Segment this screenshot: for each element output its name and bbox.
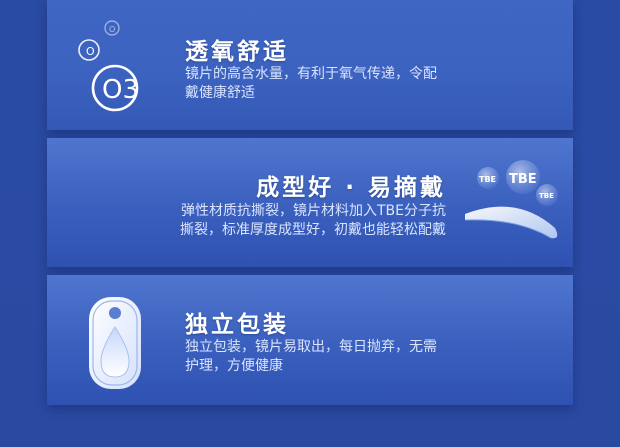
- tbe-label-large: TBE: [509, 172, 537, 187]
- feature-title: 透氧舒适: [185, 39, 289, 65]
- feature-description-line: 弹性材质抗撕裂，镜片材料加入TBE分子抗: [180, 203, 446, 219]
- tbe-label-small-1: TBE: [479, 175, 496, 184]
- feature-description: 独立包装，镜片易取出，每日抛弃，无需 护理，方便健康: [185, 338, 437, 376]
- feature-description-line: 护理，方便健康: [185, 358, 283, 374]
- feature-description: 镜片的高含水量，有利于氧气传递，令配 戴健康舒适: [185, 65, 437, 103]
- feature-card-oxygen: O O O3 透氧舒适 镜片的高含水量，有利于氧气传递，令配 戴健康舒适: [47, 0, 573, 130]
- lens-tbe-icon: TBE TBE TBE: [464, 160, 558, 239]
- o3-small-label-1: O: [86, 45, 95, 58]
- feature-description: 弹性材质抗撕裂，镜片材料加入TBE分子抗 撕裂，标准厚度成型好，初戴也能轻松配戴: [180, 202, 446, 240]
- page: O O O3 透氧舒适 镜片的高含水量，有利于氧气传递，令配 戴健康舒适 成型好…: [0, 0, 620, 447]
- feature-card-durable: 成型好 · 易摘戴 弹性材质抗撕裂，镜片材料加入TBE分子抗 撕裂，标准厚度成型…: [47, 138, 573, 267]
- o3-bubbles-icon: O O O3: [78, 20, 139, 112]
- feature-title: 独立包装: [185, 312, 289, 338]
- tbe-label-small-2: TBE: [539, 192, 554, 200]
- feature-description-line: 戴健康舒适: [185, 85, 255, 101]
- feature-description-line: 撕裂，标准厚度成型好，初戴也能轻松配戴: [180, 222, 446, 238]
- feature-description-line: 镜片的高含水量，有利于氧气传递，令配: [185, 66, 437, 82]
- feature-title: 成型好 · 易摘戴: [256, 175, 446, 201]
- blister-pack-icon: [89, 297, 141, 389]
- feature-description-line: 独立包装，镜片易取出，每日抛弃，无需: [185, 339, 437, 355]
- feature-card-packaging: 独立包装 独立包装，镜片易取出，每日抛弃，无需 护理，方便健康: [47, 275, 573, 405]
- o3-large-label: O3: [102, 75, 139, 105]
- o3-small-label-2: O: [109, 25, 115, 34]
